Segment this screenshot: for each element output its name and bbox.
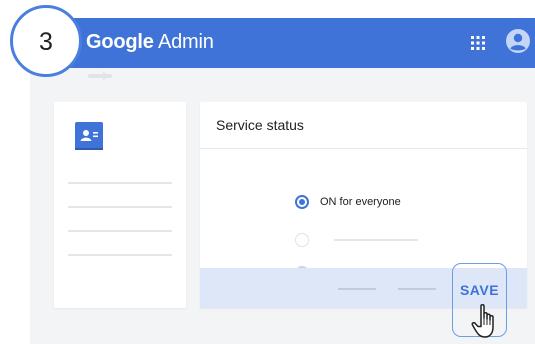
grid-apps-icon[interactable] xyxy=(470,35,486,51)
brand-product: Admin xyxy=(157,31,214,53)
chevron-right-icon xyxy=(102,71,109,81)
radio-off-option[interactable] xyxy=(295,233,309,247)
step-number: 3 xyxy=(39,28,53,56)
step-number-badge: 3 xyxy=(10,5,82,77)
footer-placeholder-line xyxy=(398,288,436,290)
admin-users-icon xyxy=(75,122,103,150)
sidebar-placeholder-line xyxy=(68,206,172,208)
brand-google: Google xyxy=(86,31,154,53)
hand-pointer-icon xyxy=(471,304,494,338)
radio-on-for-everyone[interactable] xyxy=(295,195,309,209)
app-title[interactable]: Google Admin xyxy=(86,31,214,54)
card-header: Service status xyxy=(200,102,527,149)
save-button-label: SAVE xyxy=(459,282,500,298)
top-app-bar: Google Admin xyxy=(30,18,535,68)
sidebar-placeholder-line xyxy=(68,230,172,232)
card-title: Service status xyxy=(216,117,304,133)
avatar-icon[interactable] xyxy=(505,28,531,54)
radio-label-on-for-everyone: ON for everyone xyxy=(320,196,401,208)
tutorial-stage: Google Admin Service status ON for every… xyxy=(0,0,535,344)
sidebar-placeholder-line xyxy=(68,182,172,184)
option-placeholder-line xyxy=(334,239,418,241)
sidebar-placeholder-line xyxy=(68,254,172,256)
footer-placeholder-line xyxy=(338,288,376,290)
sidebar-card xyxy=(54,102,186,308)
